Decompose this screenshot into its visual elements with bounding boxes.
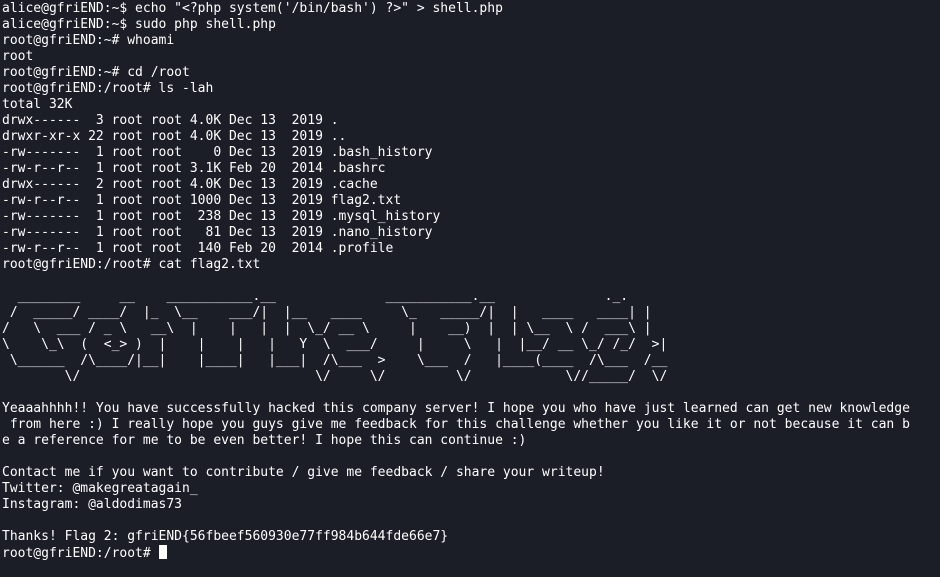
input-line[interactable]: root@gfriEND:/root# bbox=[2, 545, 940, 561]
directory-listing-row: -rw------- 1 root root 238 Dec 13 2019 .… bbox=[2, 209, 441, 224]
output-line: total 32K bbox=[2, 97, 73, 112]
ascii-art-line: \ \_\ ( <_> ) | | | | Y \ ___/ | \ | |__… bbox=[2, 337, 668, 352]
directory-listing-row: -rw-r--r-- 1 root root 1000 Dec 13 2019 … bbox=[2, 193, 402, 208]
ascii-art-line: ________ __ ___________.__ ___________._… bbox=[2, 289, 629, 304]
message-line: from here :) I really hope you guys give… bbox=[2, 417, 910, 432]
output-line: root bbox=[2, 49, 34, 64]
command-line: root@gfriEND:/root# cat flag2.txt bbox=[2, 257, 261, 272]
command-line: root@gfriEND:~# cd /root bbox=[2, 65, 190, 80]
shell-prompt: root@gfriEND:/root# bbox=[2, 546, 159, 561]
ascii-art-line: \/ \/ \/ \/ \//_____/ \/ bbox=[2, 369, 668, 384]
message-line: e a reference for me to be even better! … bbox=[2, 433, 527, 448]
instagram-line: Instagram: @aldodimas73 bbox=[2, 497, 183, 512]
directory-listing-row: drwxr-xr-x 22 root root 4.0K Dec 13 2019… bbox=[2, 129, 347, 144]
flag-line: Thanks! Flag 2: gfriEND{56fbeef560930e77… bbox=[2, 529, 449, 544]
directory-listing-row: -rw-r--r-- 1 root root 140 Feb 20 2014 .… bbox=[2, 241, 394, 256]
command-line: root@gfriEND:~# whoami bbox=[2, 33, 175, 48]
command-line: alice@gfriEND:~$ sudo php shell.php bbox=[2, 17, 276, 32]
directory-listing-row: -rw-r--r-- 1 root root 3.1K Feb 20 2014 … bbox=[2, 161, 386, 176]
ascii-art-line: / _____/ ____/ |_ \__ ___/| |__ ____ \_ … bbox=[2, 305, 652, 320]
directory-listing-row: -rw------- 1 root root 81 Dec 13 2019 .n… bbox=[2, 225, 433, 240]
command-line: alice@gfriEND:~$ echo "<?php system('/bi… bbox=[2, 1, 503, 16]
directory-listing-row: -rw------- 1 root root 0 Dec 13 2019 .ba… bbox=[2, 145, 433, 160]
terminal-window[interactable]: alice@gfriEND:~$ echo "<?php system('/bi… bbox=[0, 0, 940, 577]
directory-listing-row: drwx------ 2 root root 4.0K Dec 13 2019 … bbox=[2, 177, 378, 192]
message-line: Yeaaahhhh!! You have successfully hacked… bbox=[2, 401, 910, 416]
ascii-art-line: / \ ___ / _ \ __\ | | | | \_/ __ \ | __)… bbox=[2, 321, 652, 336]
command-line: root@gfriEND:/root# ls -lah bbox=[2, 81, 214, 96]
twitter-line: Twitter: @makegreatagain_ bbox=[2, 481, 198, 496]
text-cursor bbox=[158, 545, 167, 559]
message-line: Contact me if you want to contribute / g… bbox=[2, 465, 605, 480]
directory-listing-row: drwx------ 3 root root 4.0K Dec 13 2019 … bbox=[2, 113, 339, 128]
ascii-art-line: \______ /\____/|__| |____| |___| /\___ >… bbox=[2, 353, 668, 368]
